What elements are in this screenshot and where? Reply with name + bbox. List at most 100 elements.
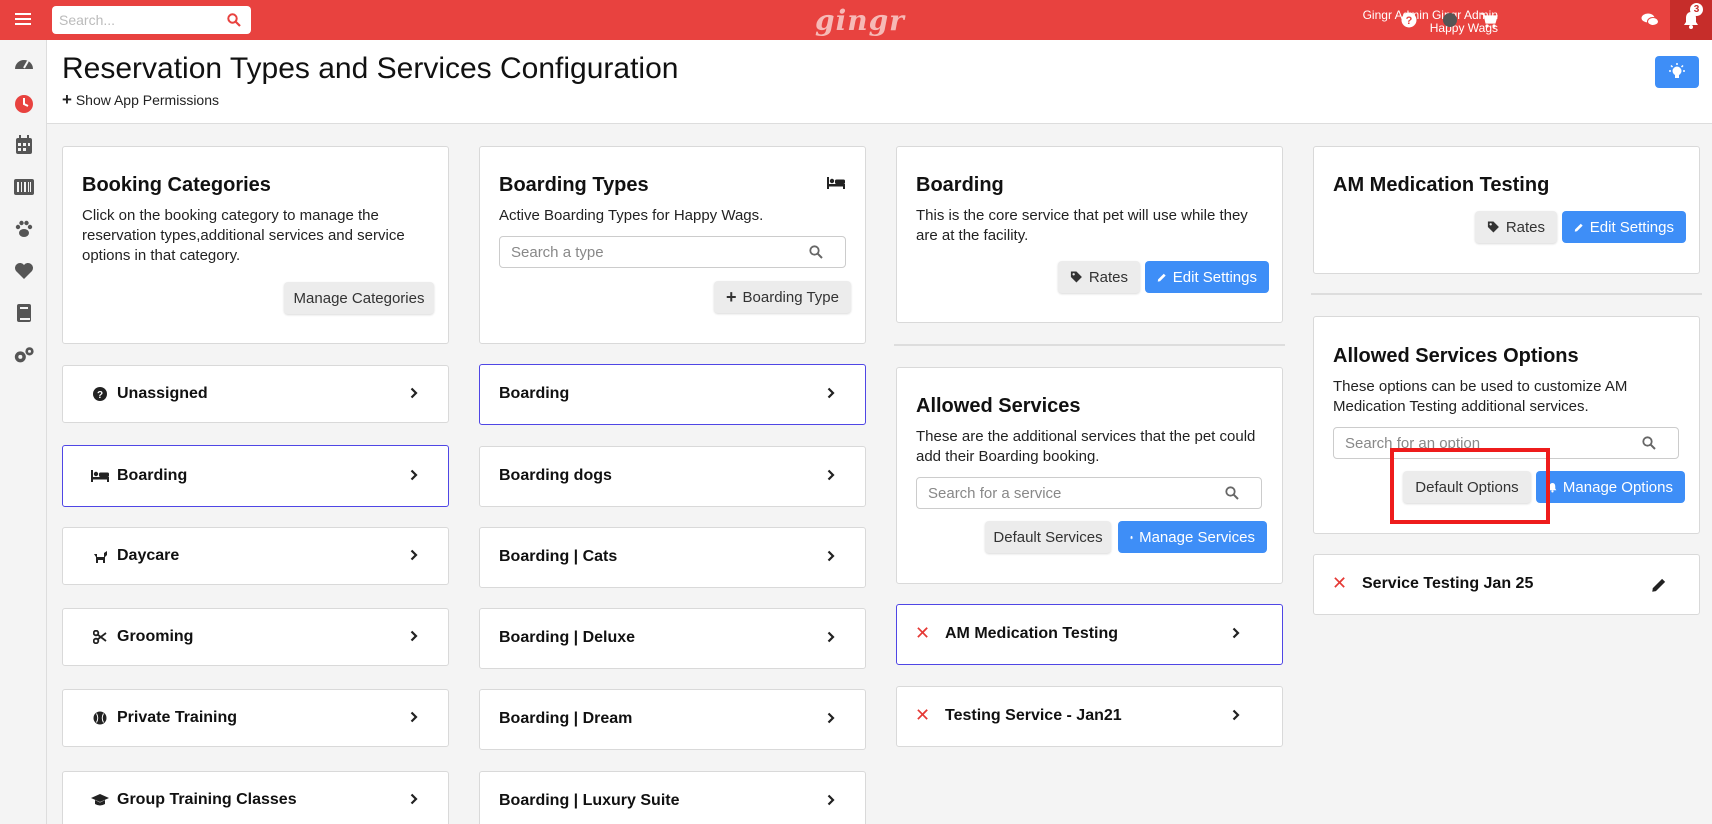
- manage-services-button[interactable]: Manage Services: [1118, 521, 1267, 553]
- boarding-type-item[interactable]: Boarding | Cats: [479, 527, 866, 588]
- chevron-right-icon: [410, 469, 418, 481]
- clock-icon[interactable]: [13, 93, 35, 115]
- service-item[interactable]: ✕ AM Medication Testing: [896, 604, 1283, 665]
- category-item-private-training[interactable]: Private Training: [62, 689, 449, 747]
- search-icon: [809, 245, 823, 259]
- category-label: Daycare: [117, 547, 180, 564]
- remove-icon[interactable]: ✕: [915, 623, 930, 644]
- allowed-options-title: Allowed Services Options: [1333, 345, 1579, 367]
- gingr-logo[interactable]: gingr: [815, 4, 905, 37]
- dashboard-icon[interactable]: [13, 52, 35, 74]
- tag-icon: [1487, 221, 1499, 233]
- bed-icon: [91, 467, 109, 485]
- boarding-type-item[interactable]: Boarding dogs: [479, 446, 866, 507]
- edit-settings-button[interactable]: Edit Settings: [1562, 211, 1686, 243]
- chevron-right-icon: [827, 712, 835, 724]
- type-search-input[interactable]: [500, 237, 794, 267]
- status-dot-icon[interactable]: [1440, 10, 1460, 30]
- search-icon: [1225, 486, 1239, 500]
- cart-icon[interactable]: [1479, 10, 1499, 30]
- boarding-types-card: Boarding Types Active Boarding Types for…: [479, 146, 866, 344]
- tips-button[interactable]: [1655, 56, 1699, 88]
- pencil-icon[interactable]: [1651, 577, 1667, 593]
- plus-icon: +: [62, 90, 72, 109]
- rates-button[interactable]: Rates: [1058, 261, 1140, 293]
- manage-options-label: Manage Options: [1562, 478, 1673, 496]
- calendar-icon[interactable]: [13, 134, 35, 156]
- boarding-type-label: Boarding | Deluxe: [499, 629, 636, 646]
- side-nav: [0, 40, 47, 824]
- graduation-cap-icon: [91, 791, 109, 809]
- option-search-input[interactable]: [1334, 428, 1627, 458]
- scissors-icon: [91, 628, 109, 646]
- boarding-service-card: Boarding This is the core service that p…: [896, 146, 1283, 323]
- chevron-right-icon: [410, 549, 418, 561]
- show-permissions-label: Show App Permissions: [75, 92, 220, 108]
- service-search-input[interactable]: [917, 478, 1210, 508]
- book-icon[interactable]: [13, 302, 35, 324]
- service-label: AM Medication Testing: [945, 625, 1119, 642]
- allowed-services-card: Allowed Services These are the additiona…: [896, 367, 1283, 584]
- allowed-services-description: These are the additional services that t…: [916, 428, 1256, 465]
- hamburger-menu-icon[interactable]: [13, 10, 33, 30]
- location-name: Happy Wags: [1429, 21, 1498, 35]
- am-medication-card: AM Medication Testing Rates Edit Setting…: [1313, 146, 1700, 274]
- service-search-field: [916, 477, 1262, 509]
- show-permissions-link[interactable]: + Show App Permissions: [62, 90, 219, 110]
- remove-icon[interactable]: ✕: [1332, 573, 1347, 594]
- rates-button[interactable]: Rates: [1475, 211, 1557, 243]
- booking-categories-card: Booking Categories Click on the booking …: [62, 146, 449, 344]
- category-item-grooming[interactable]: Grooming: [62, 608, 449, 666]
- bed-icon: [827, 177, 845, 189]
- type-search-field: [499, 236, 846, 268]
- allowed-options-card: Allowed Services Options These options c…: [1313, 316, 1700, 534]
- settings-gears-icon[interactable]: [13, 344, 35, 366]
- remove-icon[interactable]: ✕: [915, 705, 930, 726]
- heart-icon[interactable]: [13, 260, 35, 282]
- boarding-type-item[interactable]: Boarding | Dream: [479, 689, 866, 750]
- add-boarding-type-label: Boarding Type: [742, 288, 839, 306]
- default-options-button[interactable]: Default Options: [1403, 471, 1531, 503]
- chat-icon[interactable]: [1640, 10, 1660, 30]
- rates-label: Rates: [1505, 218, 1545, 236]
- section-divider: [1311, 293, 1702, 295]
- boarding-type-item[interactable]: Boarding: [479, 364, 866, 425]
- category-item-unassigned[interactable]: ? Unassigned: [62, 365, 449, 423]
- am-medication-title: AM Medication Testing: [1333, 174, 1550, 196]
- boarding-types-description: Active Boarding Types for Happy Wags.: [499, 207, 764, 224]
- chevron-right-icon: [827, 387, 835, 399]
- dog-icon: [91, 547, 109, 565]
- category-label: Unassigned: [117, 385, 208, 402]
- chevron-right-icon: [827, 469, 835, 481]
- boarding-type-label: Boarding | Dream: [499, 710, 633, 727]
- booking-categories-description: Click on the booking category to manage …: [82, 207, 405, 264]
- notifications-button[interactable]: 3: [1670, 0, 1712, 40]
- category-item-group-training[interactable]: Group Training Classes: [62, 771, 449, 824]
- help-icon[interactable]: ?: [1399, 10, 1419, 30]
- question-circle-icon: ?: [91, 385, 109, 403]
- chevron-right-icon: [827, 794, 835, 806]
- edit-settings-button[interactable]: Edit Settings: [1145, 261, 1269, 293]
- service-item[interactable]: ✕ Testing Service - Jan21: [896, 686, 1283, 747]
- boarding-type-item[interactable]: Boarding | Deluxe: [479, 608, 866, 669]
- user-info[interactable]: Gingr Admin Gingr Admin Happy Wags: [1363, 9, 1498, 35]
- search-icon[interactable]: [227, 13, 241, 27]
- paw-icon[interactable]: [13, 218, 35, 240]
- category-item-daycare[interactable]: Daycare: [62, 527, 449, 585]
- global-search-input[interactable]: [52, 6, 212, 34]
- default-services-button[interactable]: Default Services: [985, 521, 1111, 553]
- category-label: Boarding: [117, 467, 188, 484]
- manage-categories-button[interactable]: Manage Categories: [284, 282, 434, 314]
- boarding-service-title: Boarding: [916, 174, 1004, 196]
- boarding-type-label: Boarding | Cats: [499, 548, 618, 565]
- option-item[interactable]: ✕ Service Testing Jan 25: [1313, 554, 1700, 615]
- manage-options-button[interactable]: Manage Options: [1536, 471, 1685, 503]
- option-search-field: [1333, 427, 1679, 459]
- add-boarding-type-button[interactable]: + Boarding Type: [714, 281, 851, 313]
- category-item-boarding[interactable]: Boarding: [62, 445, 449, 507]
- boarding-type-item[interactable]: Boarding | Luxury Suite: [479, 771, 866, 824]
- allowed-services-title: Allowed Services: [916, 395, 1081, 417]
- boarding-type-label: Boarding: [499, 385, 570, 402]
- barcode-icon[interactable]: [13, 176, 35, 198]
- chevron-right-icon: [410, 630, 418, 642]
